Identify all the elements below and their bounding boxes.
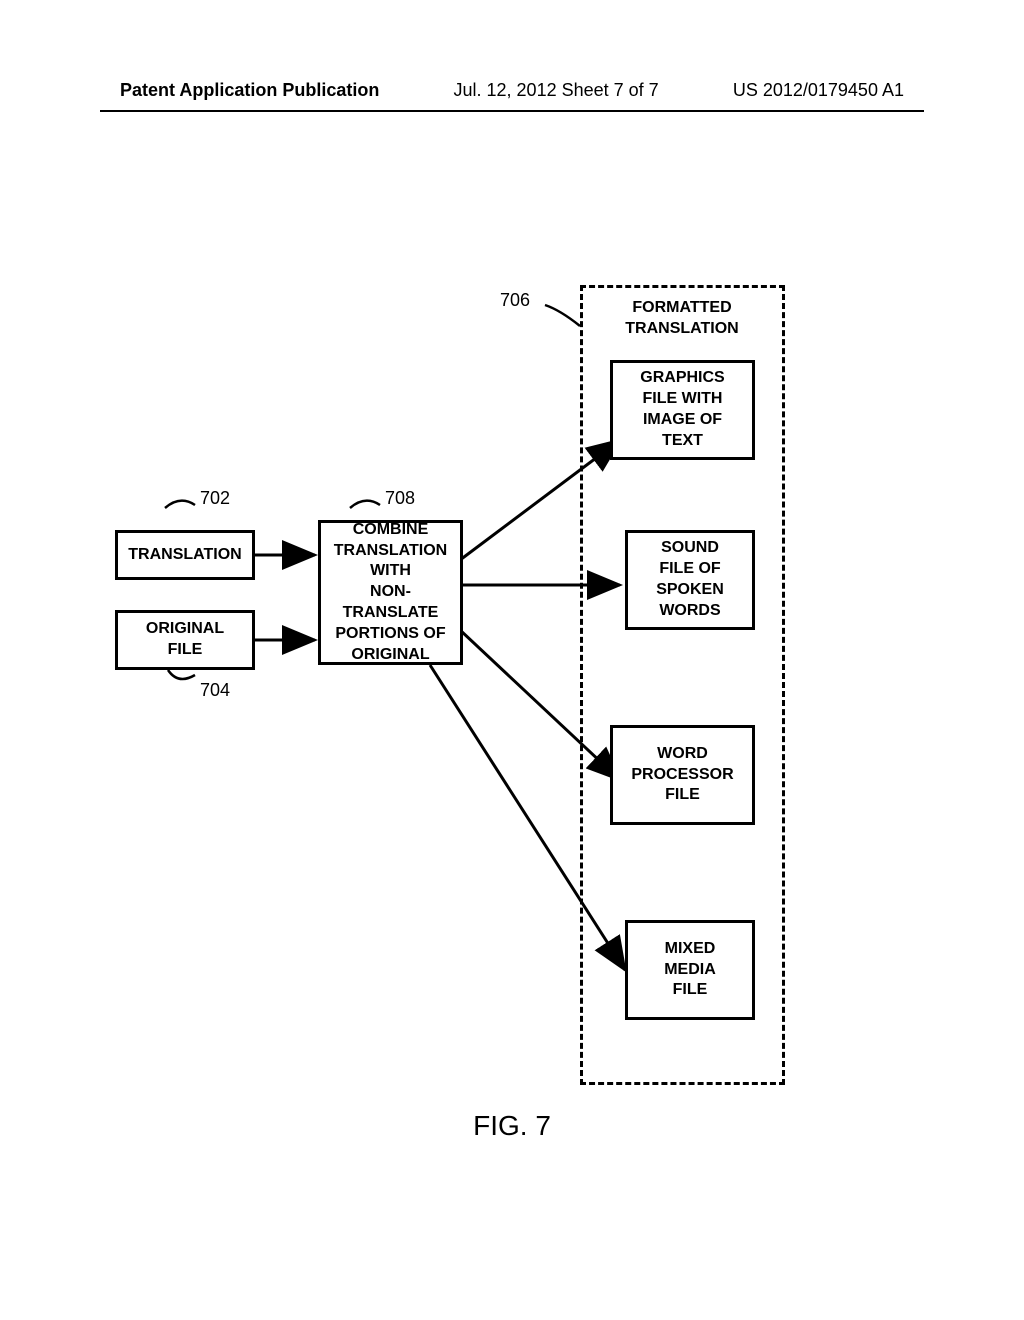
mixed-media-box: MIXED MEDIA FILE (625, 920, 755, 1020)
connector-lines (100, 270, 924, 1170)
sound-file-box: SOUND FILE OF SPOKEN WORDS (625, 530, 755, 630)
figure-7-diagram: TRANSLATION ORIGINAL FILE COMBINE TRANSL… (100, 270, 924, 1170)
translation-box: TRANSLATION (115, 530, 255, 580)
ref-704: 704 (200, 680, 230, 701)
graphics-file-box: GRAPHICS FILE WITH IMAGE OF TEXT (610, 360, 755, 460)
ref-702: 702 (200, 488, 230, 509)
container-title: FORMATTED TRANSLATION (602, 298, 762, 340)
ref-706: 706 (500, 290, 530, 311)
word-processor-box: WORD PROCESSOR FILE (610, 725, 755, 825)
combine-box: COMBINE TRANSLATION WITH NON-TRANSLATE P… (318, 520, 463, 665)
header-left: Patent Application Publication (120, 80, 379, 101)
ref-708: 708 (385, 488, 415, 509)
original-file-box: ORIGINAL FILE (115, 610, 255, 670)
header-divider (100, 110, 924, 112)
header-right: US 2012/0179450 A1 (733, 80, 904, 101)
figure-label: FIG. 7 (473, 1110, 551, 1142)
header-center: Jul. 12, 2012 Sheet 7 of 7 (454, 80, 659, 101)
